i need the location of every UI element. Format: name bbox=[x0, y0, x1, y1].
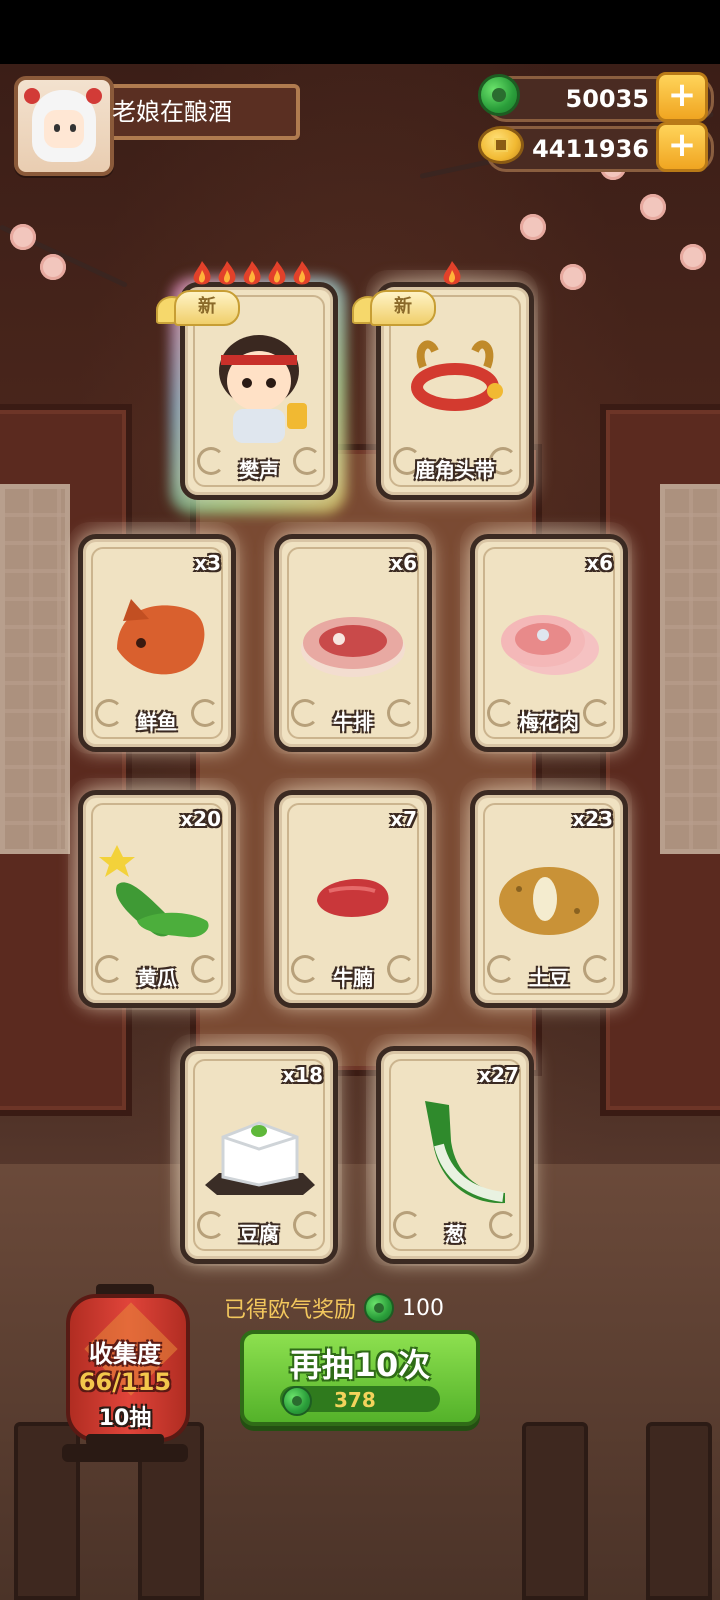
cucumber-icon bbox=[99, 845, 209, 938]
avatar-face bbox=[44, 110, 84, 148]
collection-title: 收集度 bbox=[89, 1340, 161, 1368]
jade-icon bbox=[478, 74, 520, 116]
window-lattice-right bbox=[660, 484, 720, 854]
blossom bbox=[560, 264, 586, 290]
pork-icon bbox=[501, 615, 599, 675]
card-label: 牛排 bbox=[333, 710, 373, 734]
card-count: x6 bbox=[586, 551, 613, 575]
coin-value: 4411936 bbox=[532, 135, 649, 163]
card-potato[interactable]: x23 土豆 bbox=[470, 790, 628, 1008]
avatar-eye bbox=[70, 124, 76, 132]
card-label: 黄瓜 bbox=[137, 966, 177, 990]
draw-again-label: 再抽10次 bbox=[289, 1346, 431, 1384]
card-cucumber[interactable]: x20 黄瓜 bbox=[78, 790, 236, 1008]
scallion-icon bbox=[425, 1101, 505, 1204]
jade-icon bbox=[364, 1293, 395, 1323]
card-label: 梅花肉 bbox=[519, 710, 579, 734]
game-scene: 老娘在酿酒 50035 + 4411936 + 樊声 新 鹿角头带 新 x3 鲜… bbox=[0, 64, 720, 1600]
star-flames bbox=[440, 260, 464, 288]
antler-headband-icon bbox=[411, 340, 503, 411]
luck-reward: 已得欧气奖励 100 bbox=[224, 1290, 444, 1326]
flame-icon bbox=[268, 261, 286, 285]
fish-icon bbox=[117, 599, 205, 675]
brisket-icon bbox=[317, 879, 389, 917]
draw-cost: 378 bbox=[334, 1388, 376, 1412]
card-count: x18 bbox=[282, 1063, 323, 1087]
new-badge-label: 新 bbox=[370, 290, 436, 326]
jade-icon bbox=[282, 1386, 312, 1416]
window-lattice-left bbox=[0, 484, 70, 854]
avatar-bow bbox=[86, 88, 102, 104]
card-steak[interactable]: x6 牛排 bbox=[274, 534, 432, 752]
jade-value: 50035 bbox=[565, 85, 650, 113]
card-pork[interactable]: x6 梅花肉 bbox=[470, 534, 628, 752]
card-count: x7 bbox=[390, 807, 417, 831]
card-count: x20 bbox=[180, 807, 221, 831]
top-bar: 老娘在酿酒 50035 + 4411936 + bbox=[0, 64, 720, 254]
player-name: 老娘在酿酒 bbox=[112, 98, 232, 126]
card-label: 樊声 bbox=[239, 458, 279, 482]
card-fish[interactable]: x3 鲜鱼 bbox=[78, 534, 236, 752]
card-scallion[interactable]: x27 葱 bbox=[376, 1046, 534, 1264]
card-label: 葱 bbox=[445, 1222, 465, 1246]
collection-draws: 10抽 bbox=[98, 1406, 152, 1431]
flame-icon bbox=[443, 261, 461, 285]
card-label: 豆腐 bbox=[239, 1222, 279, 1246]
card-label: 土豆 bbox=[529, 966, 569, 990]
tofu-icon bbox=[205, 1121, 315, 1195]
new-badge: 新 bbox=[156, 290, 240, 326]
flame-icon bbox=[293, 261, 311, 285]
add-jade-button[interactable]: + bbox=[656, 72, 708, 122]
blossom bbox=[40, 254, 66, 280]
fence-post bbox=[646, 1422, 712, 1600]
new-badge-label: 新 bbox=[174, 290, 240, 326]
card-tofu[interactable]: x18 豆腐 bbox=[180, 1046, 338, 1264]
avatar-bow bbox=[24, 88, 40, 104]
card-label: 鹿角头带 bbox=[415, 458, 495, 482]
collection-progress: 66/115 bbox=[78, 1368, 172, 1396]
star-flames bbox=[190, 260, 314, 288]
card-brisket[interactable]: x7 牛腩 bbox=[274, 790, 432, 1008]
card-count: x6 bbox=[390, 551, 417, 575]
flame-icon bbox=[218, 261, 236, 285]
luck-reward-label: 已得欧气奖励 bbox=[224, 1298, 357, 1323]
card-label: 牛腩 bbox=[333, 966, 373, 990]
potato-icon bbox=[499, 867, 599, 935]
avatar-eye bbox=[54, 124, 60, 132]
card-count: x23 bbox=[572, 807, 613, 831]
card-count: x27 bbox=[478, 1063, 519, 1087]
card-label: 鲜鱼 bbox=[137, 710, 177, 734]
steak-icon bbox=[301, 617, 405, 677]
luck-reward-value: 100 bbox=[402, 1295, 445, 1321]
lantern-stand bbox=[62, 1444, 188, 1462]
chef-character-icon bbox=[219, 335, 307, 443]
flame-icon bbox=[193, 261, 211, 285]
coin-icon bbox=[478, 126, 524, 164]
flame-icon bbox=[243, 261, 261, 285]
add-coins-button[interactable]: + bbox=[656, 122, 708, 172]
draw-again-button[interactable]: 再抽10次 378 bbox=[240, 1330, 480, 1426]
new-badge: 新 bbox=[352, 290, 436, 326]
fence-post bbox=[522, 1422, 588, 1600]
card-count: x3 bbox=[194, 551, 221, 575]
avatar[interactable] bbox=[14, 76, 114, 176]
collection-lantern[interactable]: 收集度 66/115 10抽 bbox=[62, 1284, 190, 1462]
